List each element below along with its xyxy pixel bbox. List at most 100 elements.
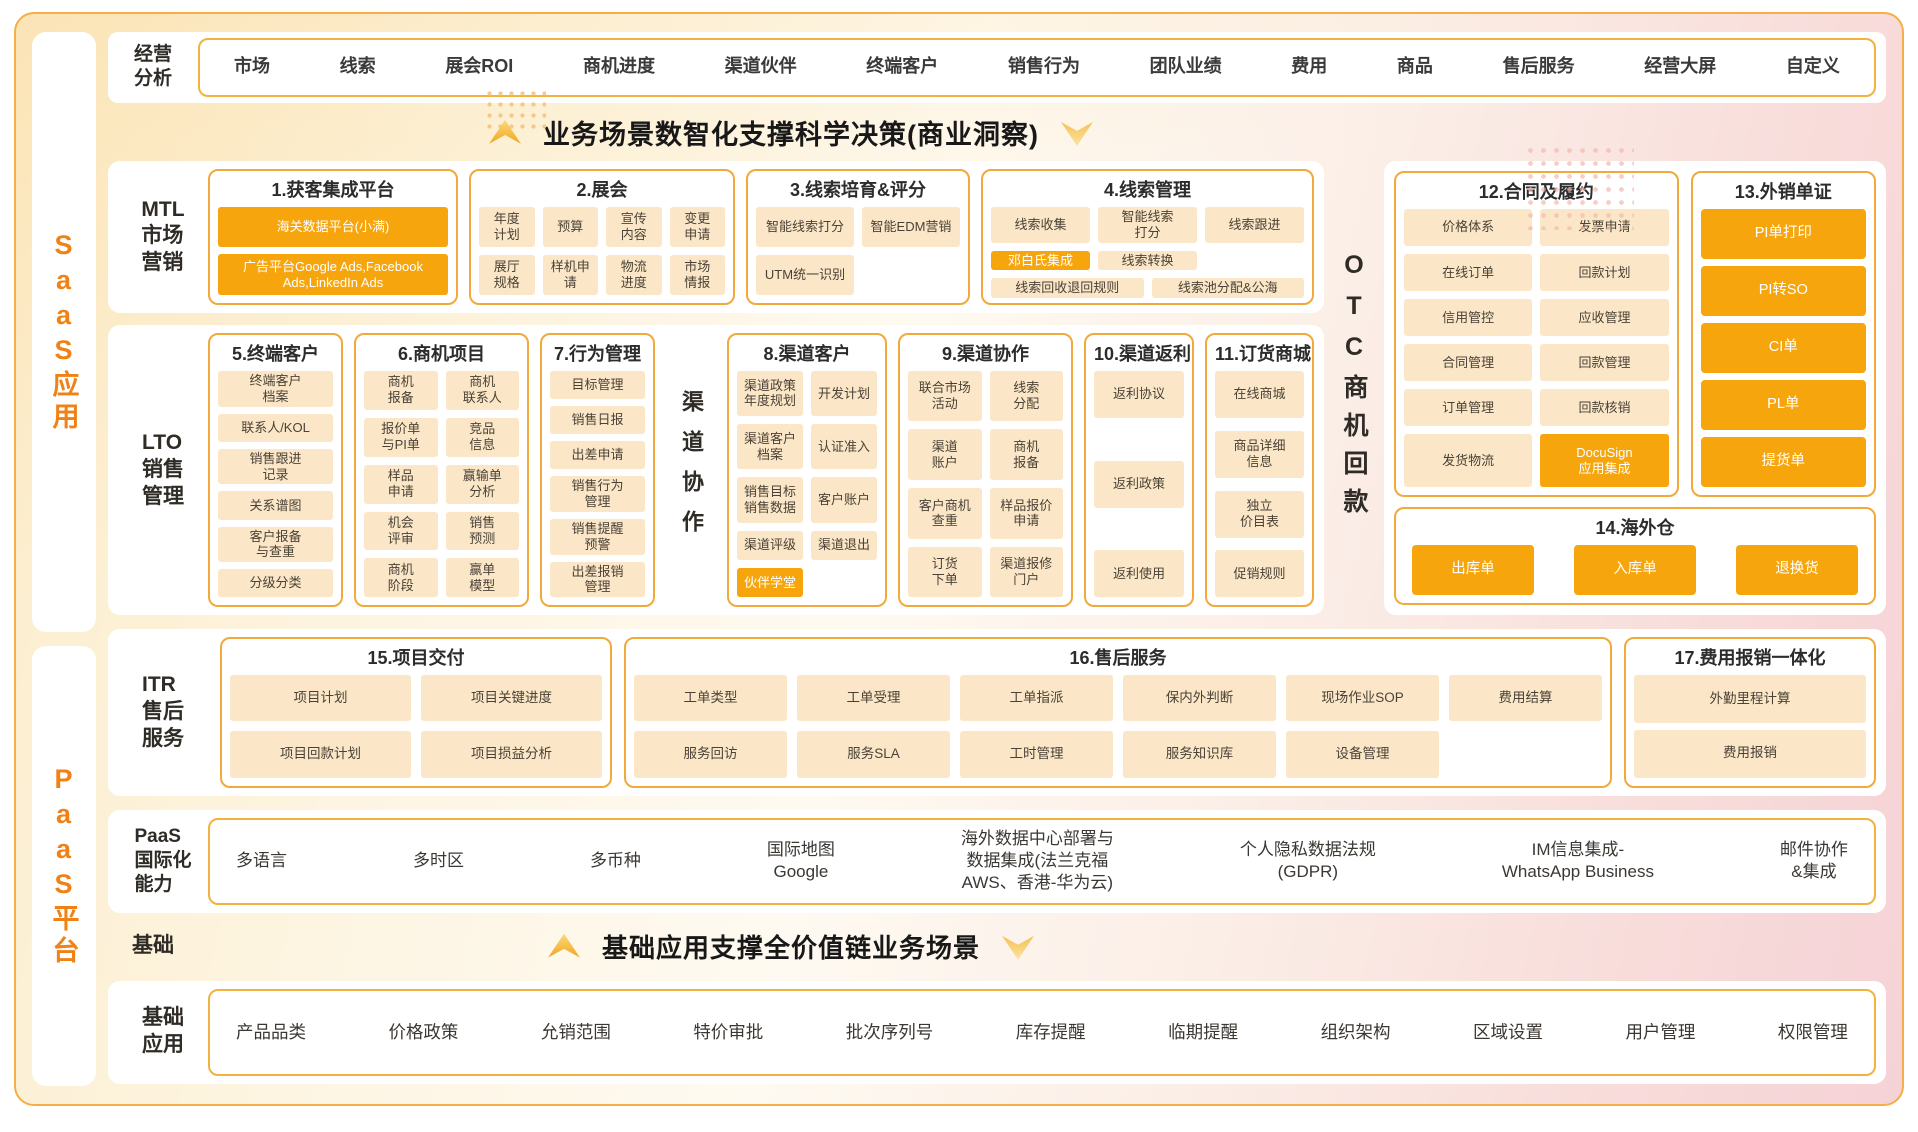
business-analysis-panel: 经营 分析 市场线索展会ROI商机进度渠道伙伴终端客户销售行为团队业绩费用商品售… <box>108 32 1886 103</box>
chip: 订单管理 <box>1404 389 1532 426</box>
chip: 工单指派 <box>960 675 1113 721</box>
base-app-item: 组织架构 <box>1321 1021 1391 1044</box>
mtl-label: MTL 市场 营销 <box>118 169 208 305</box>
up-arrow-icon <box>548 934 580 960</box>
box-items: 商机 报备商机 联系人报价单 与PI单竞品 信息样品 申请赢输单 分析机会 评审… <box>364 371 519 597</box>
analysis-tab: 费用 <box>1291 56 1327 78</box>
chip: 项目计划 <box>230 675 411 721</box>
chip: 线索跟进 <box>1205 207 1304 243</box>
chip: 渠道评级 <box>737 531 803 560</box>
box-title: 13.外销单证 <box>1701 175 1866 209</box>
analysis-tab: 自定义 <box>1786 56 1840 78</box>
paas-capability-item: IM信息集成- WhatsApp Business <box>1502 839 1654 883</box>
base-app-item: 用户管理 <box>1625 1021 1695 1044</box>
chip: 关系谱图 <box>218 491 333 519</box>
paas-capability-item: 多时区 <box>413 850 464 872</box>
base-banner-label: 基础 <box>108 933 198 960</box>
saas-group-label: SaaS应用 <box>45 230 84 434</box>
chip: 目标管理 <box>550 371 645 399</box>
chip: 工单类型 <box>634 675 787 721</box>
base-app-item: 允销范围 <box>541 1021 611 1044</box>
chip: 分级分类 <box>218 569 333 597</box>
chip: 广告平台Google Ads,Facebook Ads,LinkedIn Ads <box>218 254 448 295</box>
base-banner-title: 基础应用支撑全价值链业务场景 <box>602 928 980 965</box>
base-app-item: 库存提醒 <box>1016 1021 1086 1044</box>
chip: 客户商机 查重 <box>908 488 982 539</box>
base-banner-center: 基础应用支撑全价值链业务场景 <box>198 928 1384 965</box>
chip: PL单 <box>1701 380 1866 430</box>
paas-capability-item: 海外数据中心部署与 数据集成(法兰克福 AWS、香港-华为云) <box>961 828 1114 894</box>
chip: 预算 <box>543 207 599 247</box>
chip: 样品 申请 <box>364 465 438 504</box>
paas-capability-item: 多语言 <box>236 850 287 872</box>
paas-capability-item: 个人隐私数据法规 (GDPR) <box>1240 839 1376 883</box>
chip: 项目关键进度 <box>421 675 602 721</box>
chip: 回款管理 <box>1540 344 1668 381</box>
box-title: 1.获客集成平台 <box>218 173 448 207</box>
box-title: 15.项目交付 <box>230 641 602 675</box>
mtl-marketing-panel: MTL 市场 营销 1.获客集成平台 海关数据平台(小满) 广告平台Google … <box>108 161 1324 313</box>
top-banner-title: 业务场景数智化支撑科学决策(商业洞察) <box>543 113 1039 152</box>
chip: 销售目标 销售数据 <box>737 477 803 522</box>
channel-collab-divider: 渠道协作 <box>666 333 716 607</box>
chip: 项目损益分析 <box>421 731 602 777</box>
chip: 保内外判断 <box>1123 675 1276 721</box>
box-after-sales-service: 16.售后服务 工单类型工单受理工单指派保内外判断现场作业SOP费用结算服务回访… <box>624 637 1612 787</box>
chip: 联系人/KOL <box>218 414 333 442</box>
chip: 线索回收退回规则 <box>991 278 1144 298</box>
box-behavior-management: 7.行为管理 目标管理销售日报出差申请销售行为 管理销售提醒 预警出差报销 管理 <box>540 333 655 607</box>
chip: 智能线索打分 <box>756 207 854 247</box>
box-title: 5.终端客户 <box>218 337 333 371</box>
decorative-dots-pink <box>1524 144 1634 230</box>
box-items: 外勤里程计算费用报销 <box>1634 675 1866 777</box>
chip: 退换货 <box>1736 545 1858 595</box>
lto-label: LTO 销售 管理 <box>118 333 208 607</box>
chip: 在线商城 <box>1215 371 1304 418</box>
lto-boxes: 5.终端客户 终端客户 档案联系人/KOL销售跟进 记录关系谱图客户报备 与查重… <box>208 333 1314 607</box>
chip: 服务回访 <box>634 731 787 777</box>
box-opportunity-projects: 6.商机项目 商机 报备商机 联系人报价单 与PI单竞品 信息样品 申请赢输单 … <box>354 333 529 607</box>
box-items: 渠道政策 年度规划开发计划渠道客户 档案认证准入销售目标 销售数据客户账户渠道评… <box>737 371 877 597</box>
base-banner-row: 基础 基础应用支撑全价值链业务场景 <box>108 923 1886 971</box>
infographic-frame: SaaS应用 PaaS平台 经营 分析 市场线索展会ROI商机进度渠道伙伴终端客… <box>14 12 1904 1106</box>
chip: 客户报备 与查重 <box>218 527 333 563</box>
box-items: 终端客户 档案联系人/KOL销售跟进 记录关系谱图客户报备 与查重分级分类 <box>218 371 333 597</box>
chip: 邓白氏集成 <box>991 251 1090 271</box>
chip: 伙伴学堂 <box>737 568 803 597</box>
box-ordering-mall: 11.订货商城 在线商城商品详细 信息独立 价目表促销规则 <box>1205 333 1314 607</box>
box-items: 在线商城商品详细 信息独立 价目表促销规则 <box>1215 371 1304 597</box>
chip: 信用管控 <box>1404 299 1532 336</box>
chip: 销售跟进 记录 <box>218 449 333 485</box>
saas-group-bar: SaaS应用 <box>32 32 96 632</box>
chip: 机会 评审 <box>364 512 438 551</box>
paas-capabilities: 多语言多时区多币种国际地图 Google海外数据中心部署与 数据集成(法兰克福 … <box>208 818 1876 905</box>
box-acquisition-platform: 1.获客集成平台 海关数据平台(小满) 广告平台Google Ads,Facebo… <box>208 169 458 305</box>
chip: 销售 预测 <box>446 512 520 551</box>
base-app-item: 特价审批 <box>693 1021 763 1044</box>
chip: 海关数据平台(小满) <box>218 207 448 248</box>
chip: 合同管理 <box>1404 344 1532 381</box>
box-items: 智能线索打分智能EDM营销UTM统一识别 <box>756 207 960 295</box>
analysis-tab: 市场 <box>234 56 270 78</box>
paas-intl-label: PaaS 国际化 能力 <box>118 818 208 905</box>
chip: 独立 价目表 <box>1215 491 1304 538</box>
analysis-tab: 线索 <box>340 56 376 78</box>
box-title: 4.线索管理 <box>991 173 1304 207</box>
box-export-documents: 13.外销单证 PI单打印PI转SOCI单PL单提货单 <box>1691 171 1876 497</box>
box-items: PI单打印PI转SOCI单PL单提货单 <box>1701 209 1866 487</box>
box-title: 17.费用报销一体化 <box>1634 641 1866 675</box>
box-channel-rebates: 10.渠道返利 返利协议返利政策返利使用 <box>1084 333 1194 607</box>
box-items: 价格体系发票申请在线订单回款计划信用管控应收管理合同管理回款管理订单管理回款核销… <box>1404 209 1669 487</box>
base-app-item: 批次序列号 <box>846 1021 934 1044</box>
base-app-item: 产品品类 <box>236 1021 306 1044</box>
box-overseas-warehouse: 14.海外仓 出库单入库单退换货 <box>1394 507 1876 605</box>
box-items: 线索收集智能线索 打分线索跟进邓白氏集成线索转换线索回收退回规则线索池分配&公海 <box>991 207 1304 295</box>
otc-right-panel: 12.合同及履约 价格体系发票申请在线订单回款计划信用管控应收管理合同管理回款管… <box>1384 161 1886 615</box>
chip: 发货物流 <box>1404 434 1532 487</box>
paas-capability-item: 国际地图 Google <box>767 839 835 883</box>
chip: 渠道退出 <box>811 531 877 560</box>
chip: 商品详细 信息 <box>1215 431 1304 478</box>
chip: 市场 情报 <box>670 255 726 295</box>
box-lead-nurturing-scoring: 3.线索培育&评分 智能线索打分智能EDM营销UTM统一识别 <box>746 169 970 305</box>
chip: 认证准入 <box>811 424 877 469</box>
